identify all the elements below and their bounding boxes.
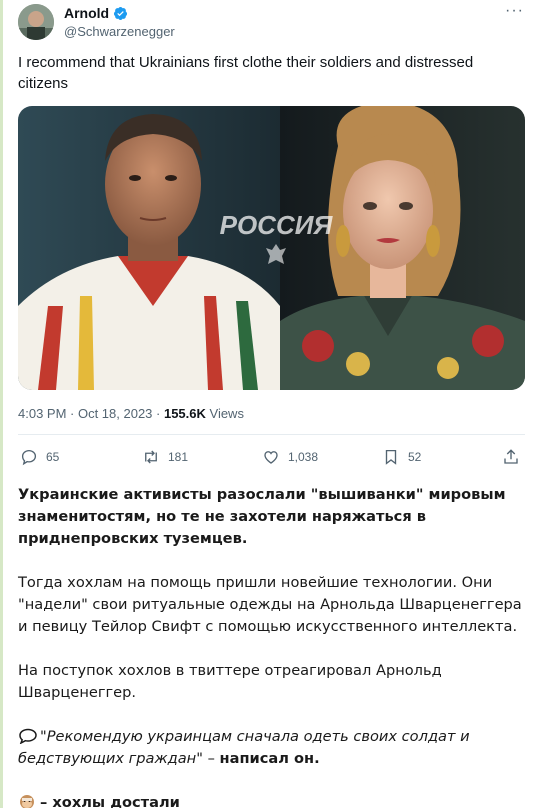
author-handle[interactable]: @Schwarzenegger — [64, 24, 175, 39]
divider — [18, 434, 525, 435]
article-final-line: – хохлы достали — [18, 792, 530, 808]
retweet-icon — [145, 450, 157, 464]
image-watermark-text: РОССИЯ — [220, 210, 334, 240]
article-body: Украинские активисты разослали "вышиванк… — [18, 484, 530, 808]
article-paragraph-1: Украинские активисты разослали "вышиванк… — [18, 486, 506, 547]
tweet-image[interactable]: РОССИЯ — [18, 106, 525, 390]
monkey-face-icon — [20, 795, 34, 808]
reply-count: 65 — [46, 450, 60, 464]
tweet-actions: 65 181 1,038 52 — [18, 448, 525, 474]
heart-icon — [264, 451, 278, 464]
verified-badge-icon — [114, 6, 128, 20]
more-options-icon[interactable]: ··· — [505, 2, 524, 20]
bookmark-count: 52 — [408, 450, 422, 464]
left-accent-bar — [0, 0, 3, 808]
tweet-header: Arnold @Schwarzenegger ··· — [18, 2, 530, 42]
reply-button[interactable]: 65 — [20, 448, 59, 466]
bookmark-icon — [385, 449, 397, 465]
author-name[interactable]: Arnold — [64, 5, 109, 21]
retweet-button[interactable]: 181 — [142, 448, 188, 466]
like-count: 1,038 — [288, 450, 319, 464]
bookmark-button[interactable]: 52 — [382, 448, 421, 466]
ai-portrait-image: РОССИЯ — [18, 106, 525, 390]
reply-icon — [21, 449, 37, 466]
share-button[interactable] — [502, 448, 520, 466]
final-line-text: – хохлы достали — [40, 794, 180, 808]
author-name-row[interactable]: Arnold — [64, 5, 128, 21]
quote-dash: – — [202, 750, 220, 767]
article-paragraph-2: Тогда хохлам на помощь пришли новейшие т… — [18, 574, 522, 635]
like-button[interactable]: 1,038 — [262, 448, 318, 466]
article-paragraph-3: На поступок хохлов в твиттере отреагиров… — [18, 662, 442, 701]
views-count: 155.6K — [163, 406, 206, 421]
quote-attribution: написал он. — [219, 750, 320, 767]
views-label: Views — [205, 406, 244, 421]
tweet-timestamp[interactable]: 4:03 PM · Oct 18, 2023 · — [18, 406, 164, 421]
tweet-text: I recommend that Ukrainians first clothe… — [18, 54, 474, 92]
retweet-count: 181 — [168, 450, 189, 464]
share-icon — [504, 449, 518, 464]
tweet-meta: 4:03 PM · Oct 18, 2023 · 155.6K Views — [18, 406, 244, 421]
avatar[interactable] — [18, 4, 54, 40]
speech-bubble-icon — [19, 728, 37, 744]
article-quote: "Рекомендую украинцам сначала одеть свои… — [18, 726, 530, 770]
